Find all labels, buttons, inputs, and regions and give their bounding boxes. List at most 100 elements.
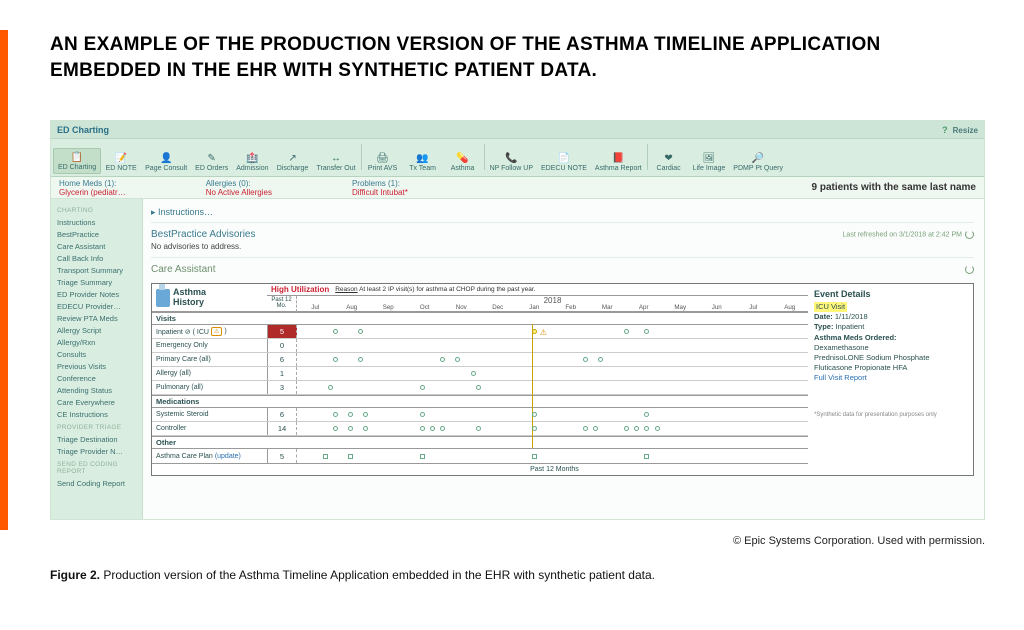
event-marker[interactable] xyxy=(420,412,425,417)
event-marker[interactable] xyxy=(634,426,639,431)
sidebar-item[interactable]: CE Instructions xyxy=(57,408,138,420)
month-label: Aug xyxy=(334,304,371,311)
sidebar-item[interactable]: BestPractice xyxy=(57,228,138,240)
sidebar-item[interactable]: Transport Summary xyxy=(57,264,138,276)
event-marker[interactable] xyxy=(644,329,649,334)
event-marker[interactable] xyxy=(348,412,353,417)
sidebar-item[interactable]: Care Everywhere xyxy=(57,396,138,408)
alert-block[interactable]: Allergies (0):No Active Allergies xyxy=(206,179,272,197)
month-label: Mar xyxy=(589,304,626,311)
sidebar-item[interactable]: Triage Provider N… xyxy=(57,445,138,457)
event-marker[interactable] xyxy=(328,385,333,390)
event-marker[interactable] xyxy=(593,426,598,431)
event-marker[interactable] xyxy=(583,357,588,362)
sidebar-item[interactable]: Care Assistant xyxy=(57,240,138,252)
sidebar-item[interactable]: Instructions xyxy=(57,216,138,228)
toolbar-admission[interactable]: 🏥Admission xyxy=(232,150,272,174)
sidebar-item[interactable]: Attending Status xyxy=(57,384,138,396)
timeline-count: 14 xyxy=(267,422,297,435)
sidebar-item[interactable]: EDECU Provider… xyxy=(57,300,138,312)
event-marker[interactable] xyxy=(532,329,537,334)
sidebar-item[interactable]: Send Coding Report xyxy=(57,477,138,489)
event-marker[interactable] xyxy=(363,426,368,431)
event-marker[interactable] xyxy=(455,357,460,362)
toolbar-print-avs[interactable]: 🖨Print AVS xyxy=(363,150,403,174)
toolbar-icon: 📞 xyxy=(505,152,517,164)
sidebar-item[interactable]: ED Provider Notes xyxy=(57,288,138,300)
event-marker[interactable] xyxy=(420,385,425,390)
toolbar-ed-orders[interactable]: ✎ED Orders xyxy=(191,150,232,174)
event-marker[interactable] xyxy=(644,412,649,417)
timeline-row-label: Asthma Care Plan (update) xyxy=(152,449,267,463)
accent-bar xyxy=(0,30,8,530)
sidebar-item[interactable]: Allergy Script xyxy=(57,324,138,336)
toolbar-discharge[interactable]: ↗Discharge xyxy=(273,150,313,174)
toolbar-ed-charting[interactable]: 📋ED Charting xyxy=(53,148,101,174)
event-marker[interactable] xyxy=(532,454,537,459)
alert-block[interactable]: Home Meds (1):Glycerin (pediatr… xyxy=(59,179,126,197)
event-marker[interactable] xyxy=(476,385,481,390)
sidebar-item[interactable]: Conference xyxy=(57,372,138,384)
event-marker[interactable] xyxy=(476,426,481,431)
event-marker[interactable] xyxy=(430,426,435,431)
sidebar-item[interactable]: Triage Summary xyxy=(57,276,138,288)
update-link[interactable]: (update) xyxy=(215,453,241,460)
toolbar-icon: 👤 xyxy=(160,152,172,164)
alert-block[interactable]: Problems (1):Difficult Intubat* xyxy=(352,179,408,197)
event-marker[interactable] xyxy=(624,329,629,334)
window-title: ED Charting xyxy=(57,125,109,135)
timeline-track xyxy=(297,408,808,421)
event-marker[interactable] xyxy=(323,454,328,459)
toolbar-edecu-note[interactable]: 📄EDECU NOTE xyxy=(537,150,591,174)
main-panel: ▸ Instructions… BestPractice Advisories … xyxy=(143,199,984,519)
event-marker[interactable] xyxy=(420,454,425,459)
toolbar-transfer-out[interactable]: ↔Transfer Out xyxy=(313,150,360,174)
instructions-link[interactable]: ▸ Instructions… xyxy=(151,205,974,223)
refresh-icon[interactable] xyxy=(965,230,974,239)
sidebar-item[interactable]: Consults xyxy=(57,348,138,360)
toolbar-icon: 🔎 xyxy=(752,152,764,164)
event-marker[interactable] xyxy=(644,426,649,431)
sidebar-item[interactable]: Review PTA Meds xyxy=(57,312,138,324)
event-marker[interactable] xyxy=(333,412,338,417)
toolbar-np-follow-up[interactable]: 📞NP Follow UP xyxy=(486,150,537,174)
event-marker[interactable] xyxy=(624,426,629,431)
event-marker[interactable] xyxy=(358,357,363,362)
refresh-icon[interactable] xyxy=(965,265,974,274)
event-marker[interactable] xyxy=(532,426,537,431)
event-marker[interactable] xyxy=(471,371,476,376)
toolbar-page-consult[interactable]: 👤Page Consult xyxy=(141,150,191,174)
full-visit-report-link[interactable]: Full Visit Report xyxy=(814,373,967,383)
sidebar-item[interactable]: Call Back Info xyxy=(57,252,138,264)
timeline-track xyxy=(297,422,808,435)
sidebar-item[interactable]: Triage Destination xyxy=(57,433,138,445)
toolbar-asthma[interactable]: 💊Asthma xyxy=(443,150,483,174)
event-marker[interactable] xyxy=(348,454,353,459)
event-marker[interactable] xyxy=(644,454,649,459)
toolbar-cardiac[interactable]: ❤Cardiac xyxy=(649,150,689,174)
event-marker[interactable] xyxy=(440,357,445,362)
event-marker[interactable] xyxy=(333,357,338,362)
toolbar-tx-team[interactable]: 👥Tx Team xyxy=(403,150,443,174)
event-marker[interactable] xyxy=(440,426,445,431)
resize-link[interactable]: Resize xyxy=(953,126,978,135)
page-heading: AN EXAMPLE OF THE PRODUCTION VERSION OF … xyxy=(50,32,970,83)
help-icon[interactable]: ? xyxy=(942,125,948,135)
event-marker[interactable] xyxy=(333,329,338,334)
month-label: Jul xyxy=(297,304,334,311)
sidebar-item[interactable]: Allergy/Rxn xyxy=(57,336,138,348)
event-marker[interactable] xyxy=(655,426,660,431)
event-marker[interactable] xyxy=(358,329,363,334)
event-marker[interactable] xyxy=(348,426,353,431)
event-marker[interactable] xyxy=(598,357,603,362)
toolbar-pdmp-pt-query[interactable]: 🔎PDMP Pt Query xyxy=(729,150,787,174)
event-marker[interactable] xyxy=(583,426,588,431)
toolbar-ed-note[interactable]: 📝ED NOTE xyxy=(101,150,141,174)
toolbar-asthma-report[interactable]: 📕Asthma Report xyxy=(591,150,646,174)
event-marker[interactable] xyxy=(363,412,368,417)
event-marker[interactable] xyxy=(532,412,537,417)
event-marker[interactable] xyxy=(333,426,338,431)
event-marker[interactable] xyxy=(420,426,425,431)
toolbar-life-image[interactable]: 🖼Life Image xyxy=(689,150,730,174)
sidebar-item[interactable]: Previous Visits xyxy=(57,360,138,372)
